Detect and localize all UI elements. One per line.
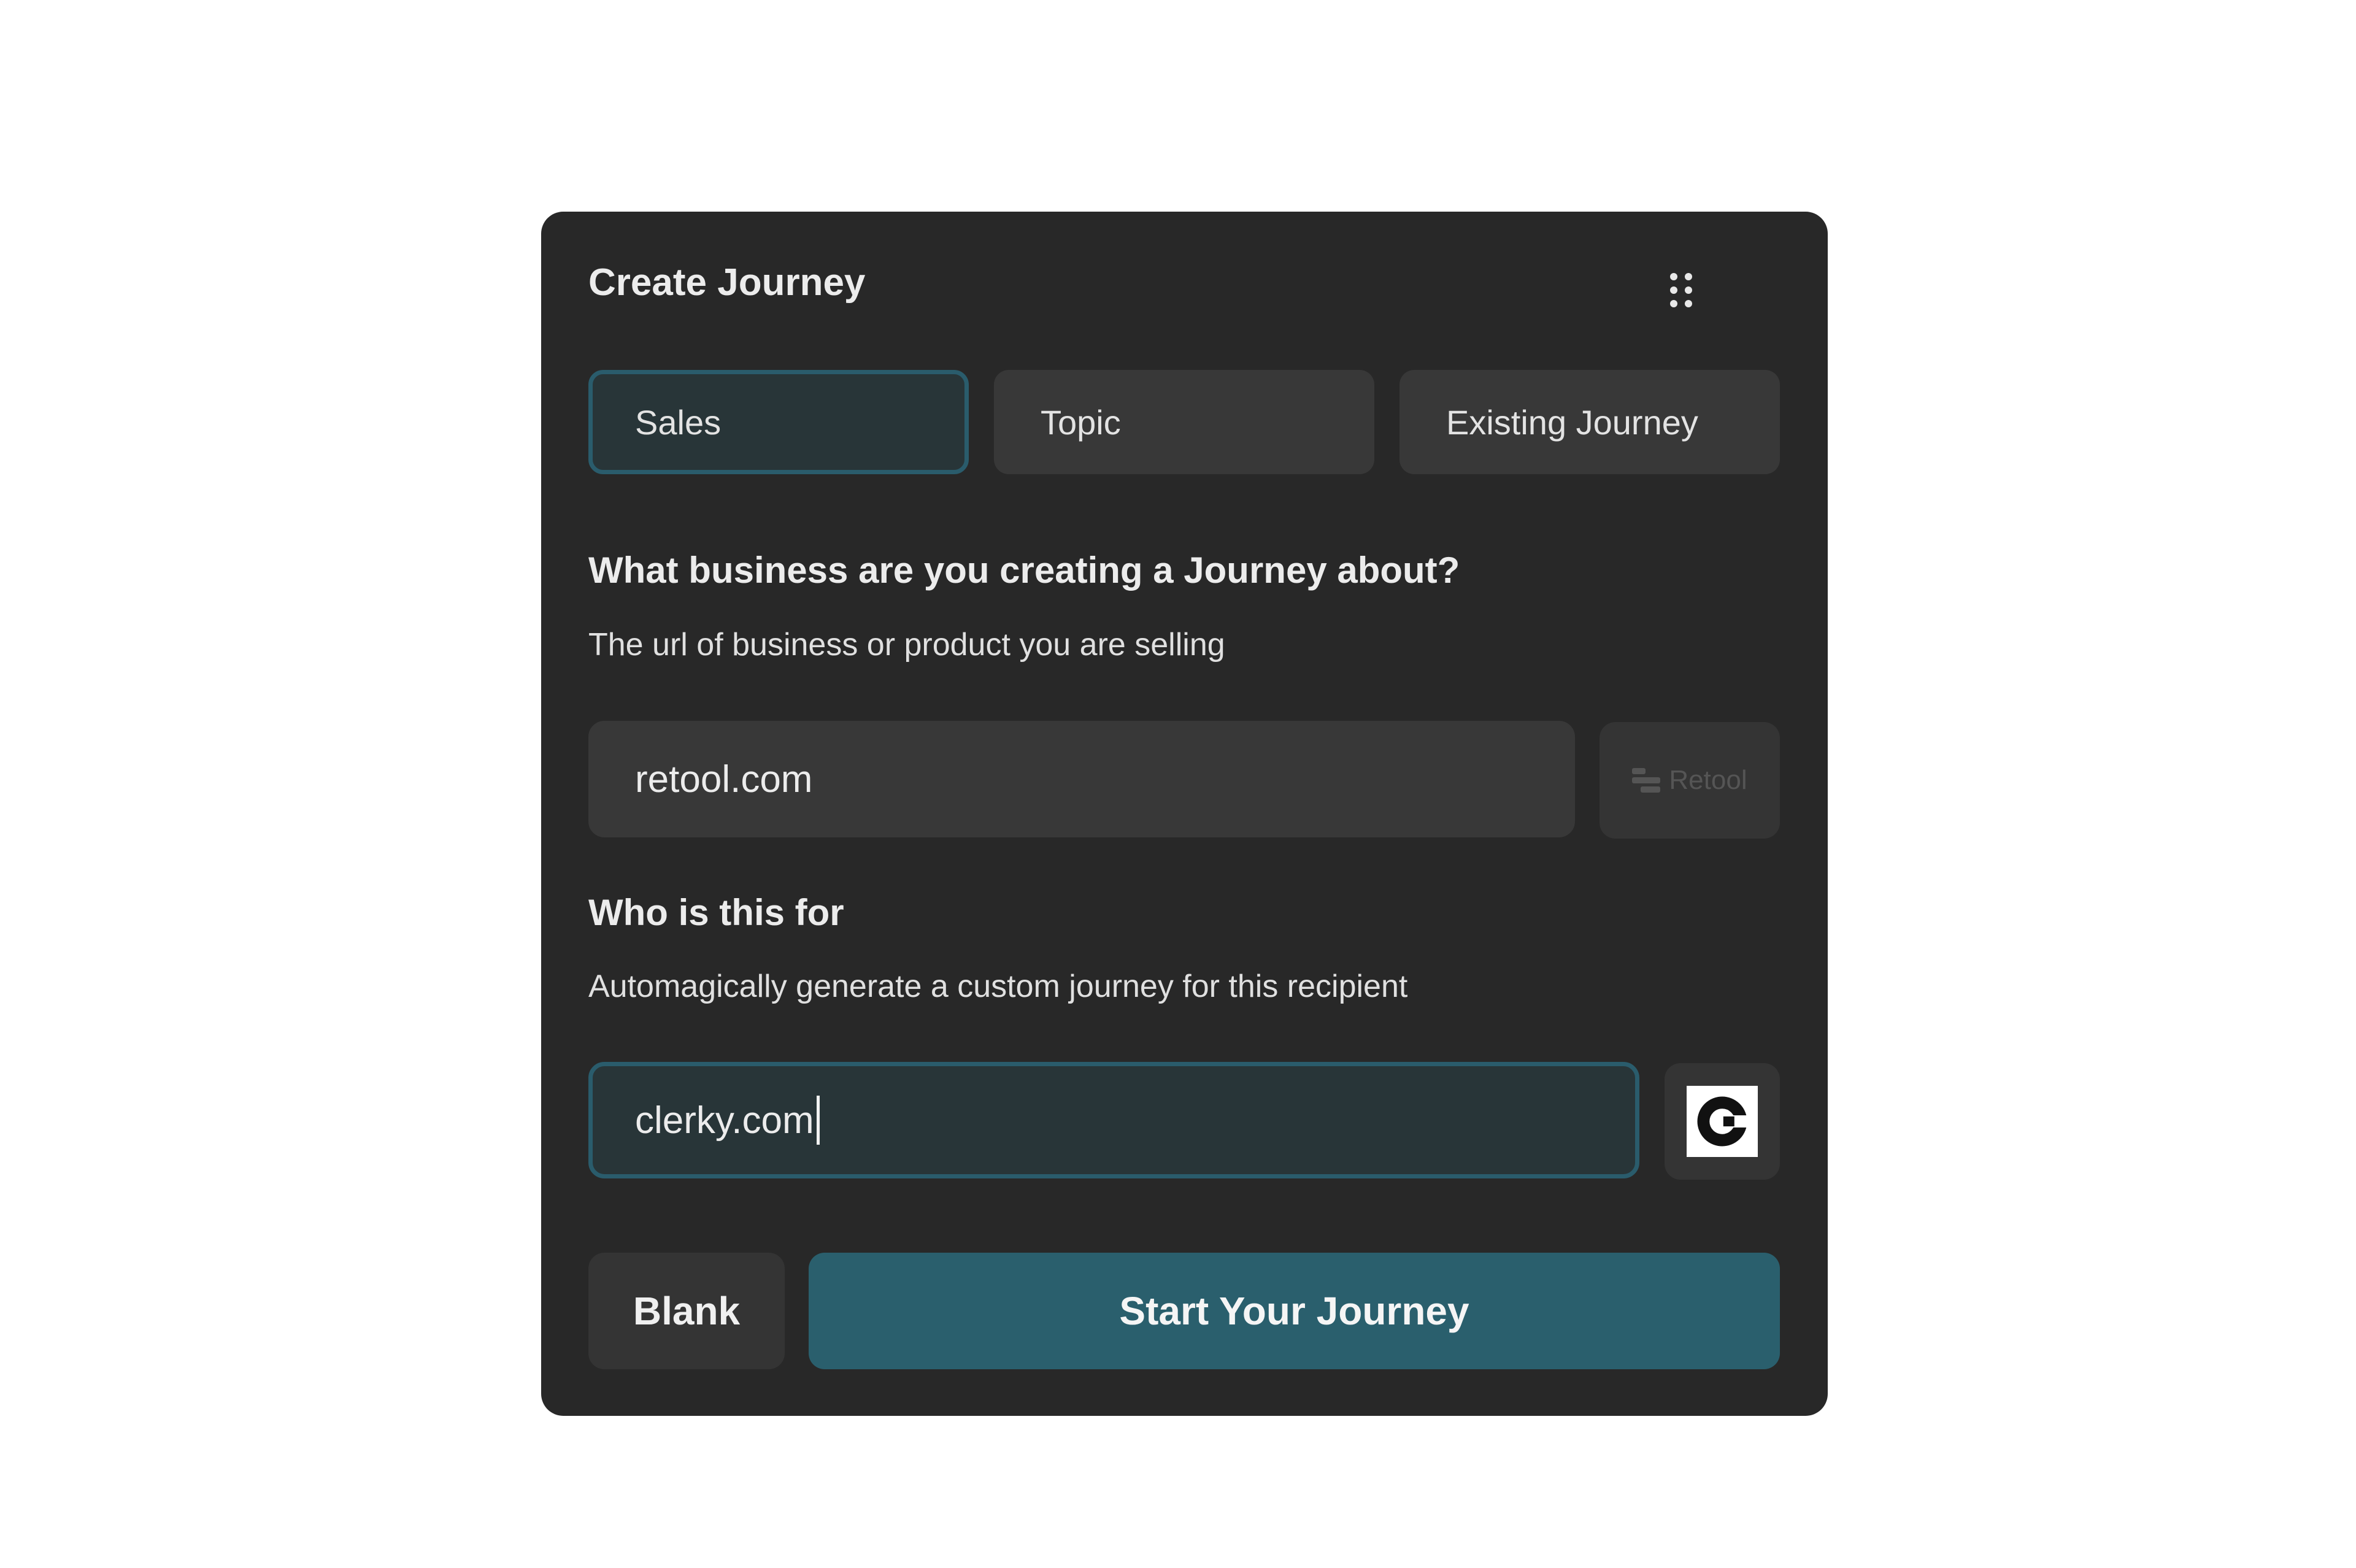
- tab-existing-journey[interactable]: Existing Journey: [1399, 370, 1780, 474]
- clerky-logo-icon: [1687, 1086, 1758, 1157]
- tab-label: Topic: [1041, 402, 1121, 442]
- handle-dot: [1685, 273, 1692, 280]
- recipient-description: Automagically generate a custom journey …: [588, 969, 1408, 1004]
- business-heading: What business are you creating a Journey…: [588, 550, 1460, 591]
- drag-handle-icon[interactable]: [1670, 273, 1692, 307]
- recipient-url-value: clerky.com: [635, 1099, 814, 1142]
- handle-dot: [1670, 300, 1677, 307]
- retool-logo-label: Retool: [1669, 765, 1747, 795]
- business-url-value: retool.com: [635, 758, 813, 801]
- create-journey-dialog: Create Journey Sales Topic Existing Jour…: [541, 212, 1828, 1416]
- recipient-url-input[interactable]: clerky.com: [588, 1062, 1639, 1178]
- start-journey-button[interactable]: Start Your Journey: [809, 1253, 1780, 1369]
- handle-dot: [1685, 286, 1692, 294]
- blank-button-label: Blank: [633, 1289, 741, 1333]
- text-caret: [816, 1096, 820, 1145]
- business-logo-tile: Retool: [1600, 722, 1780, 839]
- retool-logo-icon: Retool: [1632, 765, 1747, 796]
- business-url-input[interactable]: retool.com: [588, 721, 1575, 837]
- dialog-title: Create Journey: [588, 261, 866, 304]
- handle-dot: [1685, 300, 1692, 307]
- handle-dot: [1670, 273, 1677, 280]
- business-description: The url of business or product you are s…: [588, 627, 1225, 663]
- tab-label: Sales: [635, 402, 722, 442]
- tab-sales[interactable]: Sales: [588, 370, 969, 474]
- recipient-logo-tile: [1665, 1063, 1780, 1180]
- tab-topic[interactable]: Topic: [994, 370, 1374, 474]
- blank-button[interactable]: Blank: [588, 1253, 785, 1369]
- tab-label: Existing Journey: [1446, 402, 1698, 442]
- recipient-heading: Who is this for: [588, 892, 844, 933]
- retool-mark-icon: [1632, 768, 1661, 793]
- handle-dot: [1670, 286, 1677, 294]
- start-journey-button-label: Start Your Journey: [1119, 1289, 1469, 1333]
